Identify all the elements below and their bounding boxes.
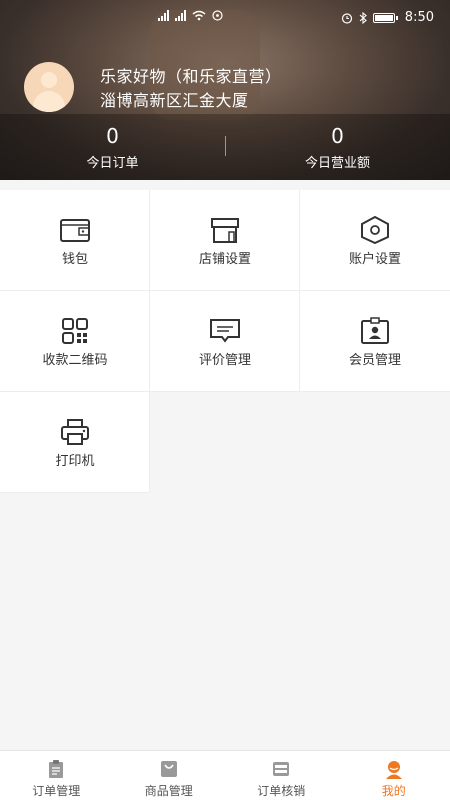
menu-item-account-settings[interactable]: 账户设置 (300, 190, 450, 291)
tab-product-management[interactable]: 商品管理 (113, 751, 226, 800)
hexagon-settings-icon (361, 216, 389, 244)
shop-name: 乐家好物（和乐家直营） (100, 67, 282, 86)
signal-icon (175, 10, 186, 21)
alarm-icon (341, 12, 352, 24)
menu-item-qr-code[interactable]: 收款二维码 (0, 291, 150, 392)
bottom-tab-bar: 订单管理 商品管理 订单核销 我的 (0, 750, 450, 800)
menu-item-review-management[interactable]: 评价管理 (150, 291, 300, 392)
menu-item-wallet[interactable]: 钱包 (0, 190, 150, 291)
stat-today-orders[interactable]: 0 今日订单 (0, 124, 225, 171)
clipboard-icon (49, 760, 63, 778)
menu-grid: 钱包 店铺设置 账户设置 收款二维码 评价管理 会员管理 打印机 (0, 190, 450, 493)
tab-label: 我的 (381, 784, 406, 798)
qr-code-icon (62, 318, 88, 344)
signal-icon (158, 10, 169, 21)
user-icon (385, 761, 402, 779)
store-icon (211, 218, 239, 243)
tab-mine[interactable]: 我的 (338, 751, 450, 800)
stat-today-revenue[interactable]: 0 今日营业额 (225, 124, 450, 171)
comment-icon (210, 319, 240, 343)
menu-item-store-settings[interactable]: 店铺设置 (150, 190, 300, 291)
shopping-bag-icon (160, 761, 177, 777)
avatar[interactable] (24, 62, 74, 112)
menu-item-printer[interactable]: 打印机 (0, 392, 150, 493)
menu-item-label: 店铺设置 (198, 252, 251, 267)
status-bar: 8:50 (0, 0, 450, 34)
menu-item-label: 评价管理 (198, 353, 251, 368)
printer-icon (61, 419, 89, 445)
scan-icon (273, 762, 289, 776)
tab-label: 订单核销 (257, 784, 306, 798)
menu-item-label: 会员管理 (348, 353, 401, 368)
status-time: 8:50 (404, 10, 434, 25)
menu-empty-slot (150, 392, 300, 493)
menu-item-label: 账户设置 (348, 252, 401, 267)
sync-icon (212, 10, 223, 21)
stats-bar: 0 今日订单 0 今日营业额 (0, 114, 450, 180)
menu-item-label: 钱包 (61, 252, 88, 267)
battery-icon (372, 12, 398, 23)
wifi-icon (192, 10, 206, 21)
tab-order-management[interactable]: 订单管理 (0, 751, 113, 800)
tab-order-verification[interactable]: 订单核销 (225, 751, 338, 800)
tab-label: 订单管理 (32, 784, 81, 798)
menu-item-label: 收款二维码 (42, 353, 108, 368)
menu-item-label: 打印机 (55, 454, 95, 469)
member-card-icon (361, 317, 389, 344)
stat-value: 0 (331, 124, 344, 148)
bluetooth-icon (359, 11, 367, 24)
menu-item-member-management[interactable]: 会员管理 (300, 291, 450, 392)
stat-value: 0 (106, 124, 119, 148)
wallet-icon (60, 219, 90, 242)
shop-address: 淄博高新区汇金大厦 (100, 91, 249, 110)
profile-header: 8:50 乐家好物（和乐家直营） 淄博高新区汇金大厦 0 今日订单 0 今日营业… (0, 0, 450, 180)
menu-empty-slot (300, 392, 450, 493)
stat-label: 今日订单 (86, 156, 139, 171)
tab-label: 商品管理 (144, 784, 193, 798)
stat-label: 今日营业额 (304, 156, 370, 171)
